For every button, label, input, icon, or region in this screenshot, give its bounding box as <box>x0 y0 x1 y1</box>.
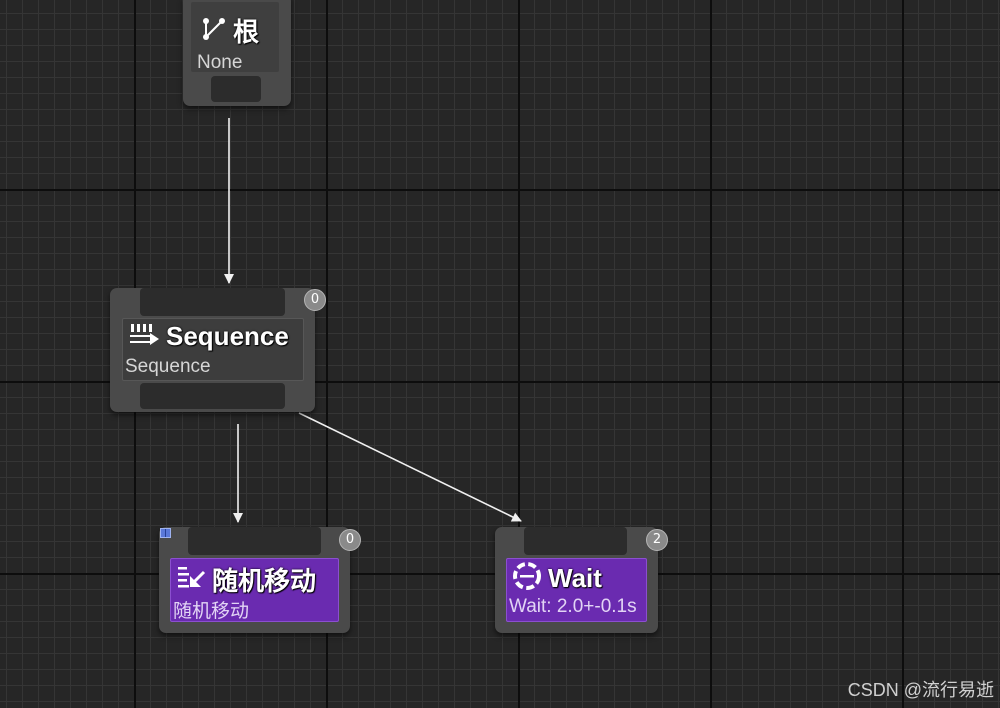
wait-node-body: Wait Wait: 2.0+-0.1s <box>506 558 647 622</box>
wait-input-pin[interactable] <box>524 527 627 555</box>
random-move-node-title: 随机移动 <box>212 566 317 596</box>
root-node-title: 根 <box>233 17 260 47</box>
breakpoint-marker-icon[interactable] <box>160 528 171 538</box>
sequence-input-pin[interactable] <box>140 288 285 316</box>
random-move-execution-index-badge: 0 <box>339 529 361 551</box>
sequence-node-body: Sequence Sequence <box>122 318 304 381</box>
behavior-tree-graph-canvas[interactable]: 根 None Sequence Sequence 0 随机移动 随机移动 0 W… <box>0 0 1000 708</box>
random-move-node-subtitle: 随机移动 <box>173 601 250 622</box>
wait-task-node[interactable]: Wait Wait: 2.0+-0.1s <box>495 527 658 633</box>
root-node[interactable]: 根 None <box>183 0 291 106</box>
root-output-pin[interactable] <box>211 76 261 102</box>
sequence-node-title: Sequence <box>166 321 289 351</box>
random-move-task-node[interactable]: 随机移动 随机移动 <box>159 527 350 633</box>
sequence-node[interactable]: Sequence Sequence <box>110 288 315 412</box>
sequence-output-pin[interactable] <box>140 383 285 409</box>
wait-node-subtitle: Wait: 2.0+-0.1s <box>509 596 637 617</box>
random-move-node-body: 随机移动 随机移动 <box>170 558 339 622</box>
sequence-icon <box>128 322 160 352</box>
connection-sequence-to-wait <box>298 412 522 522</box>
wait-icon <box>512 561 542 595</box>
watermark-text: CSDN @流行易逝 <box>847 680 994 700</box>
root-node-body: 根 None <box>191 2 279 73</box>
root-branch-icon <box>201 17 227 45</box>
wait-execution-index-badge: 2 <box>646 529 668 551</box>
sequence-execution-index-badge: 0 <box>304 289 326 311</box>
root-node-subtitle: None <box>197 52 243 73</box>
sequence-node-subtitle: Sequence <box>125 356 211 377</box>
wait-node-title: Wait <box>548 562 602 593</box>
task-icon <box>176 564 206 596</box>
random-move-input-pin[interactable] <box>188 527 321 555</box>
